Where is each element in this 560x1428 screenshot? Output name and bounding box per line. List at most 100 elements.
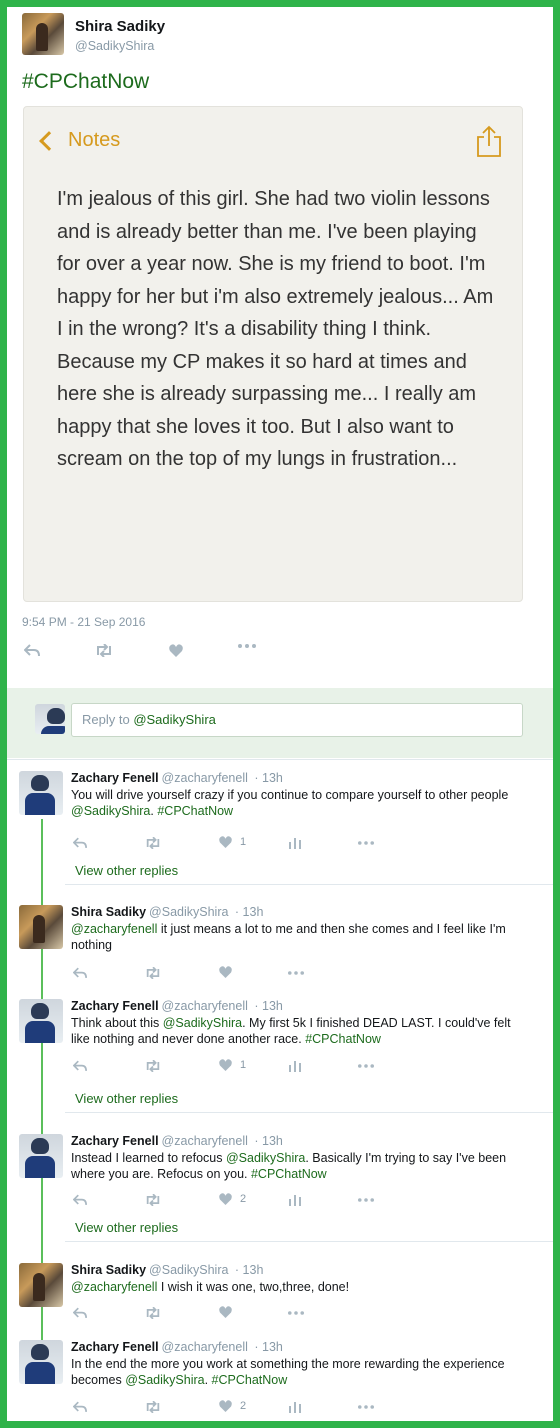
mention-link[interactable]: @zacharyfenell: [71, 1280, 157, 1294]
divider: [65, 1112, 553, 1113]
tweet-text: Instead I learned to refocus @SadikyShir…: [71, 1151, 511, 1182]
tweet-time[interactable]: · 13h: [254, 1134, 283, 1148]
author-handle[interactable]: @zacharyfenell: [162, 999, 248, 1013]
avatar[interactable]: [19, 771, 63, 815]
author-name[interactable]: Zachary Fenell: [71, 1134, 159, 1148]
more-options-icon[interactable]: [238, 644, 256, 648]
tweet-text: @zacharyfenell I wish it was one, two,th…: [71, 1280, 511, 1296]
view-other-replies-link[interactable]: View other replies: [75, 863, 178, 878]
notes-screenshot-image[interactable]: Notes I'm jealous of this girl. She had …: [23, 106, 523, 602]
avatar[interactable]: [19, 905, 63, 949]
mention-link[interactable]: @SadikyShira: [71, 804, 150, 818]
tweet-text: In the end the more you work at somethin…: [71, 1357, 511, 1388]
retweet-icon[interactable]: [145, 1060, 161, 1072]
like-heart-icon[interactable]: [219, 1306, 232, 1318]
author-handle[interactable]: @zacharyfenell: [162, 1134, 248, 1148]
avatar[interactable]: [19, 1340, 63, 1384]
hashtag-link[interactable]: #CPChatNow: [157, 804, 233, 818]
more-options-icon[interactable]: [358, 1405, 374, 1409]
mention-link[interactable]: @SadikyShira: [163, 1016, 242, 1030]
status-bar: [24, 107, 522, 111]
author-handle[interactable]: @zacharyfenell: [162, 771, 248, 785]
avatar[interactable]: [19, 999, 63, 1043]
avatar[interactable]: [22, 13, 64, 55]
analytics-icon[interactable]: [289, 1059, 301, 1072]
author-handle[interactable]: @SadikyShira: [75, 39, 154, 53]
like-heart-icon: [219, 836, 232, 848]
reply-icon[interactable]: [73, 837, 87, 849]
retweet-icon[interactable]: [145, 1307, 161, 1319]
tweet-text-part: You will drive yourself crazy if you con…: [71, 788, 509, 802]
divider: [7, 759, 553, 760]
page-frame: Shira Sadiky @SadikyShira #CPChatNow Not…: [0, 0, 560, 1428]
divider: [65, 1241, 553, 1242]
tweet-text: @zacharyfenell it just means a lot to me…: [71, 922, 511, 953]
reply-icon[interactable]: [73, 1401, 87, 1413]
tweet-time[interactable]: · 13h: [235, 1263, 264, 1277]
divider: [65, 884, 553, 885]
more-options-icon[interactable]: [358, 1198, 374, 1202]
reply-icon[interactable]: [73, 1060, 87, 1072]
reply-icon[interactable]: [73, 1307, 87, 1319]
retweet-icon[interactable]: [145, 837, 161, 849]
tweet-text-part: Instead I learned to refocus: [71, 1151, 226, 1165]
reply-icon[interactable]: [73, 1194, 87, 1206]
hashtag-link[interactable]: #CPChatNow: [212, 1373, 288, 1387]
avatar: [35, 704, 65, 734]
tweet-hashtag-link[interactable]: #CPChatNow: [22, 70, 149, 94]
author-handle[interactable]: @SadikyShira: [149, 1263, 228, 1277]
tweet-meta: Zachary Fenell @zacharyfenell · 13h: [71, 771, 283, 785]
reply-icon[interactable]: [73, 967, 87, 979]
author-handle[interactable]: @zacharyfenell: [162, 1340, 248, 1354]
mention-link[interactable]: @SadikyShira: [125, 1373, 204, 1387]
more-options-icon[interactable]: [358, 841, 374, 845]
like-button[interactable]: 1: [219, 1059, 246, 1071]
avatar[interactable]: [19, 1134, 63, 1178]
like-count: 2: [240, 1193, 247, 1205]
like-heart-icon: [219, 1400, 232, 1412]
more-options-icon[interactable]: [288, 971, 304, 975]
tweet-time[interactable]: · 13h: [254, 1340, 283, 1354]
tweet-time[interactable]: · 13h: [235, 905, 264, 919]
view-other-replies-link[interactable]: View other replies: [75, 1220, 178, 1235]
analytics-icon[interactable]: [289, 1400, 301, 1413]
more-options-icon[interactable]: [288, 1311, 304, 1315]
like-heart-icon[interactable]: [219, 966, 232, 978]
author-handle[interactable]: @SadikyShira: [149, 905, 228, 919]
mention-link[interactable]: @zacharyfenell: [71, 922, 157, 936]
tweet-meta: Zachary Fenell @zacharyfenell · 13h: [71, 999, 283, 1013]
retweet-icon[interactable]: [145, 1401, 161, 1413]
reply-composer: Reply to @SadikyShira: [7, 688, 553, 758]
analytics-icon[interactable]: [289, 836, 301, 849]
author-name[interactable]: Shira Sadiky: [71, 1263, 146, 1277]
retweet-icon[interactable]: [145, 967, 161, 979]
like-count: 2: [240, 1400, 247, 1412]
thread-line: [41, 819, 43, 905]
avatar[interactable]: [19, 1263, 63, 1307]
like-button[interactable]: 2: [219, 1400, 246, 1412]
author-name[interactable]: Zachary Fenell: [71, 1340, 159, 1354]
tweet-time[interactable]: · 13h: [254, 999, 283, 1013]
retweet-icon[interactable]: [95, 644, 113, 657]
tweet-time[interactable]: · 13h: [254, 771, 283, 785]
more-options-icon[interactable]: [358, 1064, 374, 1068]
like-button[interactable]: 2: [219, 1193, 246, 1205]
hashtag-link[interactable]: #CPChatNow: [251, 1167, 327, 1181]
like-button[interactable]: 1: [219, 836, 246, 848]
analytics-icon[interactable]: [289, 1193, 301, 1206]
author-name[interactable]: Zachary Fenell: [71, 771, 159, 785]
view-other-replies-link[interactable]: View other replies: [75, 1091, 178, 1106]
retweet-icon[interactable]: [145, 1194, 161, 1206]
tweet-meta: Zachary Fenell @zacharyfenell · 13h: [71, 1340, 283, 1354]
hashtag-link[interactable]: #CPChatNow: [305, 1032, 381, 1046]
author-name[interactable]: Shira Sadiky: [75, 18, 165, 35]
reply-input[interactable]: Reply to @SadikyShira: [71, 703, 523, 737]
author-name[interactable]: Shira Sadiky: [71, 905, 146, 919]
mention-link[interactable]: @SadikyShira: [226, 1151, 305, 1165]
like-count: 1: [240, 836, 247, 848]
notes-back-button: Notes: [38, 129, 120, 152]
like-heart-icon[interactable]: [169, 644, 183, 657]
author-name[interactable]: Zachary Fenell: [71, 999, 159, 1013]
tweet-timestamp[interactable]: 9:54 PM - 21 Sep 2016: [22, 615, 145, 629]
reply-icon[interactable]: [24, 644, 40, 657]
